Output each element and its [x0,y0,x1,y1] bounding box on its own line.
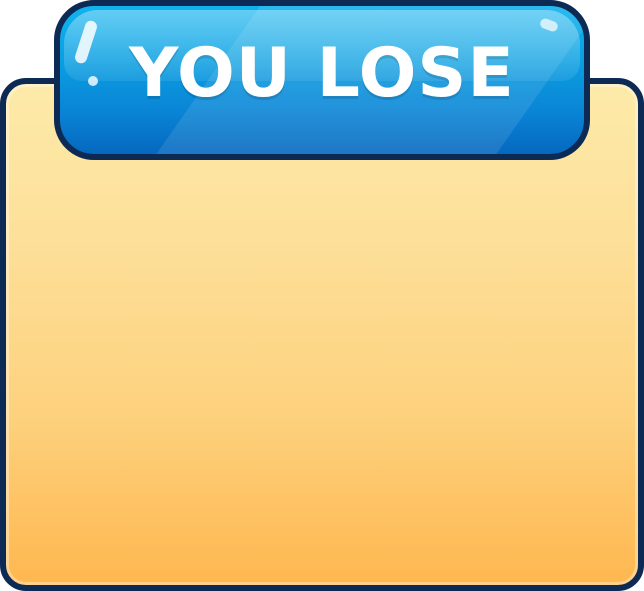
result-banner: YOU LOSE [54,0,590,160]
game-over-screen: YOU LOSE [0,0,644,591]
result-title: YOU LOSE [129,34,515,113]
